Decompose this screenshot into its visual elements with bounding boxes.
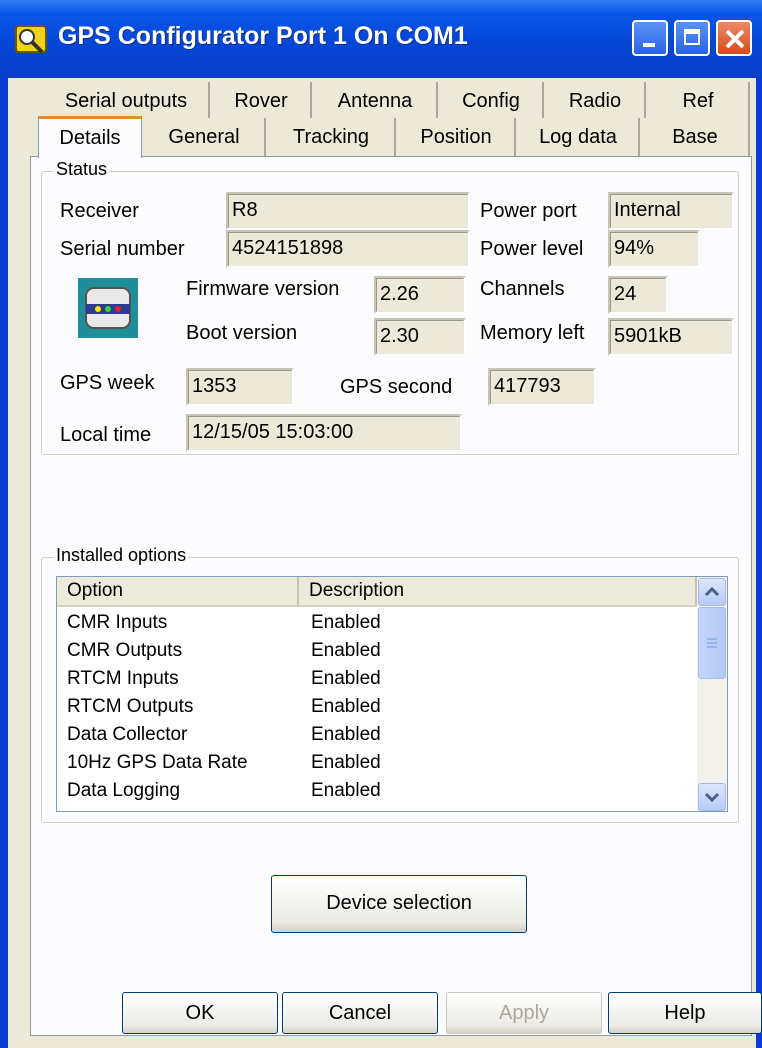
minimize-button[interactable] xyxy=(632,20,668,56)
memory-left-label: Memory left xyxy=(480,322,585,344)
tab-general[interactable]: General xyxy=(144,118,266,156)
close-icon xyxy=(725,29,745,49)
tab-ref[interactable]: Ref xyxy=(648,82,750,118)
receiver-label: Receiver xyxy=(60,200,139,222)
list-item[interactable]: RTCM Outputs Enabled xyxy=(57,693,697,721)
column-header-option[interactable]: Option xyxy=(57,577,299,605)
scroll-thumb[interactable] xyxy=(698,607,726,679)
dialog-client: Serial outputs Rover Antenna Config Radi… xyxy=(8,78,762,1048)
grip-icon xyxy=(707,638,717,648)
chevron-up-icon xyxy=(704,586,720,597)
tab-rover[interactable]: Rover xyxy=(212,82,312,118)
list-item[interactable]: 10Hz GPS Data Rate Enabled xyxy=(57,749,697,777)
listview-header: Option Description xyxy=(57,577,697,607)
maximize-button[interactable] xyxy=(674,20,710,56)
tab-config[interactable]: Config xyxy=(440,82,544,118)
power-port-label: Power port xyxy=(480,200,577,222)
local-time-field: 12/15/05 15:03:00 xyxy=(186,414,462,452)
device-selection-button[interactable]: Device selection xyxy=(271,875,527,933)
tab-tracking[interactable]: Tracking xyxy=(268,118,396,156)
options-listview[interactable]: Option Description CMR Inputs Enabled CMR… xyxy=(56,576,728,812)
receiver-field: R8 xyxy=(226,192,470,230)
gps-second-field: 417793 xyxy=(488,368,596,406)
scroll-up-button[interactable] xyxy=(698,578,726,606)
tab-position[interactable]: Position xyxy=(398,118,516,156)
serial-number-field: 4524151898 xyxy=(226,230,470,268)
apply-button[interactable]: Apply xyxy=(446,992,602,1034)
close-button[interactable] xyxy=(716,20,752,56)
channels-field: 24 xyxy=(608,276,668,314)
tab-antenna[interactable]: Antenna xyxy=(314,82,438,118)
cancel-button[interactable]: Cancel xyxy=(282,992,438,1034)
power-level-label: Power level xyxy=(480,238,584,260)
receiver-device-icon xyxy=(78,278,138,338)
tab-details[interactable]: Details xyxy=(38,116,142,158)
column-header-description[interactable]: Description xyxy=(299,577,697,605)
list-item[interactable]: CMR Inputs Enabled xyxy=(57,609,697,637)
ok-button[interactable]: OK xyxy=(122,992,278,1034)
serial-number-label: Serial number xyxy=(60,238,185,260)
vertical-scrollbar[interactable] xyxy=(697,577,727,811)
list-item[interactable]: Data Collector Enabled xyxy=(57,721,697,749)
title-bar[interactable]: GPS Configurator Port 1 On COM1 xyxy=(0,0,762,78)
window-title: GPS Configurator Port 1 On COM1 xyxy=(58,22,468,50)
memory-left-field: 5901kB xyxy=(608,318,734,356)
installed-options-group: Installed options Option Description CMR… xyxy=(41,545,739,823)
status-group: Status Receiver R8 Serial number 4524151… xyxy=(41,159,739,455)
gps-week-field: 1353 xyxy=(186,368,294,406)
channels-label: Channels xyxy=(480,278,565,300)
details-panel: Status Receiver R8 Serial number 4524151… xyxy=(30,156,752,1036)
dialog-window: GPS Configurator Port 1 On COM1 Serial o… xyxy=(0,0,762,1048)
firmware-version-label: Firmware version xyxy=(186,278,340,300)
list-item[interactable]: Data Logging Enabled xyxy=(57,777,697,805)
help-button[interactable]: Help xyxy=(608,992,762,1034)
list-item[interactable]: CMR Outputs Enabled xyxy=(57,637,697,665)
boot-version-field: 2.30 xyxy=(374,318,466,356)
boot-version-label: Boot version xyxy=(186,322,298,344)
status-group-label: Status xyxy=(54,159,110,180)
installed-options-label: Installed options xyxy=(54,545,189,566)
chevron-down-icon xyxy=(704,792,720,803)
power-port-field: Internal xyxy=(608,192,734,230)
firmware-version-field: 2.26 xyxy=(374,276,466,314)
list-item[interactable]: RTCM Inputs Enabled xyxy=(57,665,697,693)
scroll-down-button[interactable] xyxy=(698,783,726,811)
local-time-label: Local time xyxy=(60,424,152,446)
gps-second-label: GPS second xyxy=(340,376,453,398)
tab-radio[interactable]: Radio xyxy=(546,82,646,118)
app-icon xyxy=(15,25,47,54)
gps-week-label: GPS week xyxy=(60,372,155,394)
power-level-field: 94% xyxy=(608,230,700,268)
tab-base[interactable]: Base xyxy=(642,118,750,156)
tab-log-data[interactable]: Log data xyxy=(518,118,640,156)
tab-serial-outputs[interactable]: Serial outputs xyxy=(44,82,210,118)
